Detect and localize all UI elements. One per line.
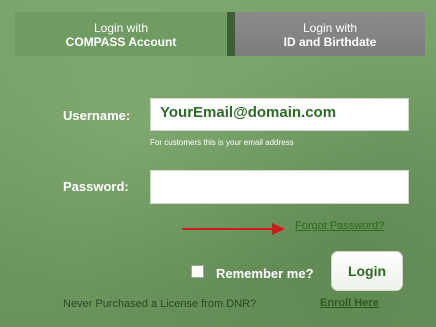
password-label: Password: — [63, 179, 129, 194]
password-input[interactable] — [150, 170, 409, 204]
never-purchased-text: Never Purchased a License from DNR? — [63, 298, 257, 310]
tab-compass-line2: COMPASS Account — [65, 35, 177, 49]
tab-compass-account[interactable]: Login with COMPASS Account — [15, 12, 227, 56]
username-hint: For customers this is your email address — [150, 138, 294, 147]
username-label: Username: — [63, 108, 131, 123]
login-panel: Login with COMPASS Account Login with ID… — [0, 0, 436, 327]
arrow-line — [182, 228, 274, 230]
tab-id-line2: ID and Birthdate — [283, 35, 377, 49]
login-button[interactable]: Login — [331, 251, 403, 291]
forgot-password-link[interactable]: Forgot Password? — [295, 220, 384, 232]
tab-id-line1: Login with — [302, 21, 358, 35]
arrow-head-icon — [272, 223, 285, 235]
remember-me-label: Remember me? — [216, 266, 314, 281]
enroll-here-link[interactable]: Enroll Here — [320, 297, 379, 309]
username-input[interactable]: YourEmail@domain.com — [150, 98, 409, 131]
remember-me-checkbox[interactable] — [191, 265, 204, 278]
tab-id-birthdate[interactable]: Login with ID and Birthdate — [227, 12, 425, 56]
tab-compass-line1: Login with — [93, 21, 149, 35]
